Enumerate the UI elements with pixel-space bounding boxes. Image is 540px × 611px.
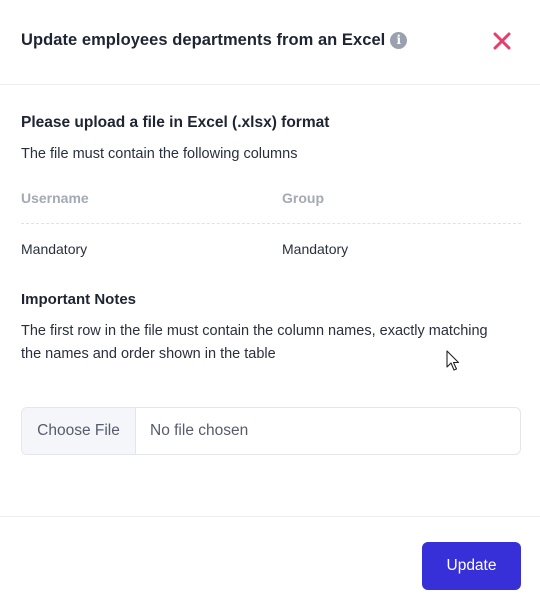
table-cell-username: Mandatory (21, 241, 88, 257)
close-icon (493, 32, 511, 50)
column-header-username: Username (21, 190, 89, 206)
notes-heading: Important Notes (21, 291, 137, 308)
modal-header: Update employees departments from an Exc… (0, 0, 540, 85)
file-status: No file chosen (150, 422, 249, 439)
modal-title: Update employees departments from an Exc… (21, 31, 408, 50)
column-header-group: Group (282, 190, 324, 206)
close-button[interactable] (488, 27, 516, 55)
modal-footer: Update (0, 516, 540, 611)
modal-title-text: Update employees departments from an Exc… (21, 31, 386, 49)
update-departments-modal: Update employees departments from an Exc… (0, 0, 540, 611)
choose-file-button[interactable]: Choose File (22, 408, 136, 454)
columns-table-header: Username Group (21, 182, 521, 224)
upload-subtext: The file must contain the following colu… (21, 146, 298, 162)
columns-table: Username Group Mandatory Mandatory (21, 182, 521, 274)
upload-heading: Please upload a file in Excel (.xlsx) fo… (21, 114, 330, 131)
table-row: Mandatory Mandatory (21, 224, 521, 274)
info-icon[interactable]: i (390, 32, 408, 49)
mouse-pointer-icon (446, 350, 460, 371)
notes-text: The first row in the file must contain t… (21, 323, 488, 362)
table-cell-group: Mandatory (282, 241, 349, 257)
update-button[interactable]: Update (422, 542, 521, 590)
file-input[interactable]: Choose File No file chosen (21, 407, 521, 455)
